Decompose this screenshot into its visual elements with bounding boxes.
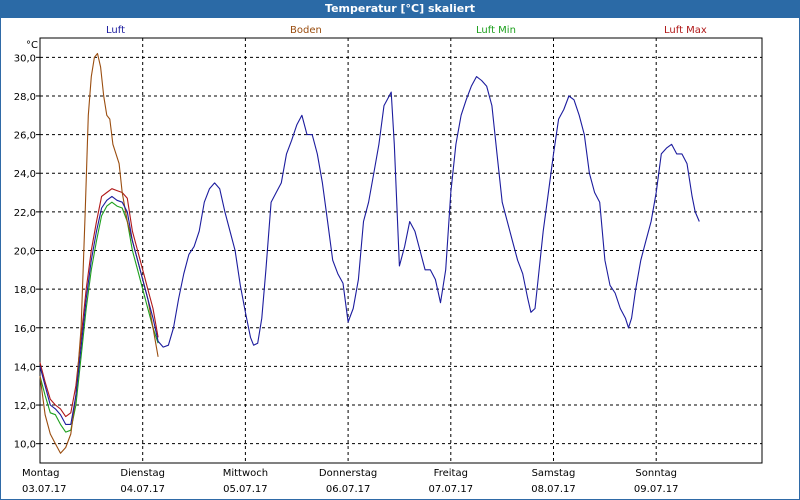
x-tick-label-weekday: Mittwoch <box>223 468 268 479</box>
y-tick-label: 14,0 <box>14 362 36 373</box>
x-tick-label-date: 04.07.17 <box>120 484 165 495</box>
x-tick-label-date: 08.07.17 <box>531 484 576 495</box>
temperature-chart: 10,0 12,0 14,0 16,0 18,0 20,0 22,0 24,0 26,0 28,0… <box>14 37 763 495</box>
y-tick-label: 20,0 <box>14 247 36 258</box>
x-tick-label-date: 07.07.17 <box>429 484 474 495</box>
y-tick-label: 18,0 <box>14 285 36 296</box>
x-tick-label-date: 09.07.17 <box>634 484 679 495</box>
series-line-luft-max <box>39 188 159 418</box>
x-tick-label-weekday: Montag <box>22 468 59 479</box>
y-tick-label: 30,0 <box>14 53 36 64</box>
x-tick-label-weekday: Samstag <box>532 468 576 479</box>
x-tick-label-date: 03.07.17 <box>22 484 67 495</box>
series-line-boden <box>39 52 159 454</box>
x-tick-label-weekday: Dienstag <box>120 468 165 479</box>
series-line-luft-min <box>39 201 159 433</box>
x-tick-label-date: 05.07.17 <box>223 484 268 495</box>
y-tick-label: 10,0 <box>14 440 36 451</box>
y-tick-label: 22,0 <box>14 208 36 219</box>
x-tick-label-weekday: Freitag <box>434 468 468 479</box>
y-tick-label: 28,0 <box>14 92 36 103</box>
y-tick-label: 24,0 <box>14 169 36 180</box>
x-tick-label-weekday: Donnerstag <box>319 468 377 479</box>
x-tick-label-weekday: Sonntag <box>635 468 677 479</box>
y-tick-label: 16,0 <box>14 324 36 335</box>
y-tick-label: 12,0 <box>14 401 36 412</box>
x-tick-label-date: 06.07.17 <box>326 484 371 495</box>
y-axis-unit: °C <box>26 40 38 51</box>
y-tick-label: 26,0 <box>14 131 36 142</box>
